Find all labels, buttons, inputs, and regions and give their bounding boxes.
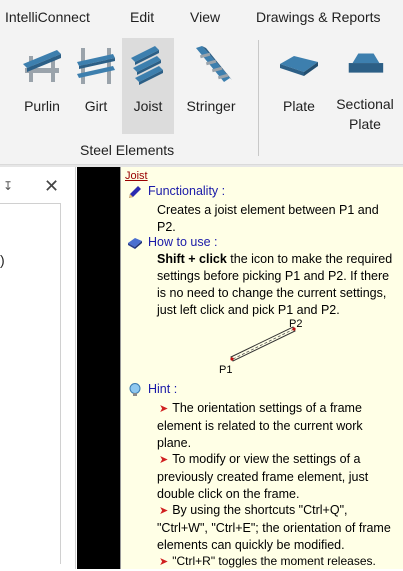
close-icon[interactable]: ✕ [44, 176, 59, 197]
purlin-label: Purlin [24, 98, 60, 114]
girt-button[interactable]: Girt [72, 38, 120, 134]
howto-text: Shift + click the icon to make the requi… [157, 251, 395, 319]
p2-label: P2 [289, 319, 302, 330]
menu-intelliconnect[interactable]: IntelliConnect [5, 9, 90, 25]
lightbulb-icon [129, 382, 141, 396]
functionality-header: Functionality : [127, 183, 225, 200]
panel-text-fragment: ) [0, 252, 5, 268]
ribbon-separator [258, 40, 259, 156]
stringer-button[interactable]: Stringer [178, 38, 244, 134]
p1-label: P1 [219, 364, 232, 376]
arrow-icon: ➤ [159, 505, 169, 517]
purlin-button[interactable]: Purlin [14, 38, 70, 134]
plate-icon [280, 56, 318, 76]
joist-button[interactable]: Joist [122, 38, 174, 134]
black-strip [77, 167, 120, 569]
pencil-icon [129, 185, 141, 198]
joist-tooltip: Joist Functionality : Creates a joist el… [120, 167, 403, 569]
dock-panel: ↧ ✕ ) [0, 167, 76, 569]
plate-button[interactable]: Plate [272, 38, 326, 134]
purlin-icon [23, 50, 61, 82]
arrow-icon: ➤ [159, 454, 169, 466]
stringer-label: Stringer [186, 98, 236, 114]
steel-elements-group-label: Steel Elements [80, 142, 175, 158]
sectional-plate-button[interactable]: Sectional Plate [330, 38, 400, 134]
joist-label: Joist [133, 98, 163, 114]
hint-header: Hint : [127, 381, 177, 398]
dock-panel-header: ↧ ✕ [0, 175, 75, 199]
hint-item: ➤ To modify or view the settings of a pre… [157, 452, 369, 501]
howto-header: How to use : [127, 234, 217, 251]
dock-panel-body: ) [0, 203, 61, 564]
arrow-icon: ➤ [159, 556, 169, 568]
menu-edit[interactable]: Edit [130, 9, 154, 25]
menu-drawings-reports[interactable]: Drawings & Reports [256, 9, 381, 25]
arrow-icon: ➤ [159, 403, 169, 415]
hint-item: ➤ "Ctrl+R" toggles the moment releases. [159, 554, 376, 568]
howto-bold: Shift + click [157, 252, 227, 266]
pin-icon[interactable]: ↧ [3, 179, 13, 193]
functionality-text: Creates a joist element between P1 and P… [157, 203, 379, 234]
girt-icon [77, 48, 115, 84]
hint-item: ➤ By using the shortcuts "Ctrl+Q", "Ctrl+… [157, 503, 391, 552]
joist-icon [131, 46, 163, 85]
sectional-plate-icon [348, 53, 384, 73]
ribbon: Purlin Girt Joist Stringer Steel Element… [0, 34, 403, 165]
sectional-plate-label: Sectional Plate [336, 96, 394, 132]
plate-label: Plate [283, 98, 315, 114]
book-icon [128, 237, 142, 249]
menu-bar: IntelliConnect Edit View Drawings & Repo… [0, 0, 403, 34]
joist-diagram: P1 P2 [219, 319, 302, 376]
hint-item: ➤ The orientation settings of a frame ele… [157, 401, 363, 450]
girt-label: Girt [84, 98, 108, 114]
menu-view[interactable]: View [190, 9, 220, 25]
stringer-icon [196, 46, 232, 82]
